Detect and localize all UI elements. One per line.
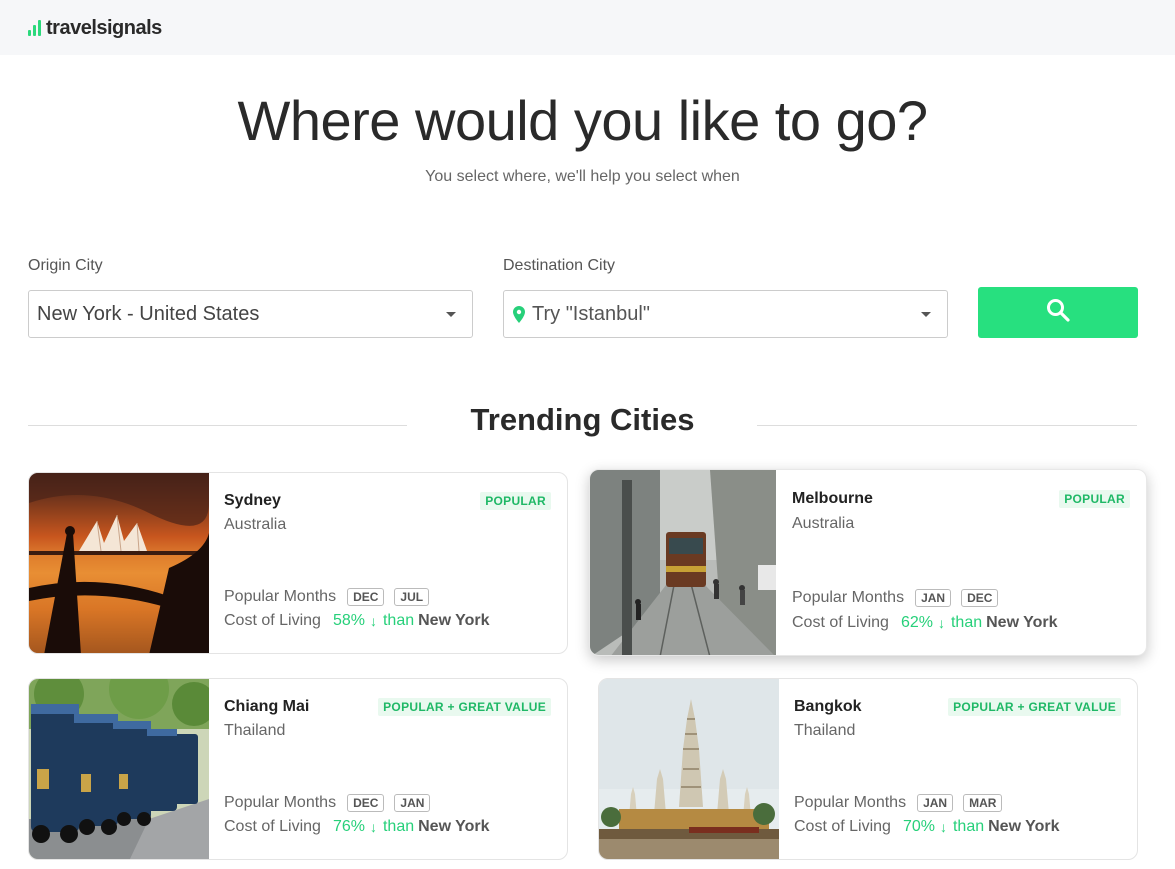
origin-city-select[interactable]: New York - United States (28, 290, 473, 338)
than-label: than (950, 614, 983, 631)
destination-city-select[interactable]: Try "Istanbul" (503, 290, 948, 338)
city-name: Chiang Mai (224, 698, 310, 715)
arrow-down-icon: ↓ (369, 613, 377, 629)
than-label: than (382, 612, 415, 629)
city-name: Bangkok (794, 698, 862, 715)
status-badge: POPULAR (1059, 490, 1130, 508)
section-divider-right (757, 425, 1137, 426)
country-name: Thailand (224, 722, 286, 739)
city-card-melbourne[interactable]: Melbourne Australia POPULAR Popular Mont… (589, 469, 1147, 656)
city-card-sydney[interactable]: Sydney Australia POPULAR Popular Months … (28, 472, 568, 654)
top-navbar: travelsignals (0, 0, 1175, 55)
home-city: New York (986, 614, 1058, 631)
month-tag: DEC (347, 588, 385, 606)
map-pin-icon (512, 304, 526, 324)
destination-city-label: Destination City (503, 257, 616, 274)
popular-months-label: Popular Months (794, 794, 907, 811)
city-photo-bangkok (599, 679, 779, 859)
cost-of-living-row: Cost of Living 76% ↓ than New York (224, 818, 490, 836)
trending-cities-title: Trending Cities (470, 402, 695, 437)
search-button[interactable] (978, 287, 1138, 338)
month-tag: MAR (963, 794, 1003, 812)
popular-months-label: Popular Months (224, 794, 337, 811)
city-card-chiang-mai[interactable]: Chiang Mai Thailand POPULAR + GREAT VALU… (28, 678, 568, 860)
home-city: New York (418, 612, 490, 629)
month-tag: DEC (347, 794, 385, 812)
popular-months-row: Popular Months JAN DEC (792, 589, 999, 607)
cost-of-living-label: Cost of Living (792, 614, 889, 631)
country-name: Australia (792, 515, 855, 532)
popular-months-label: Popular Months (792, 589, 905, 606)
popular-months-label: Popular Months (224, 588, 337, 605)
origin-city-label: Origin City (28, 257, 103, 274)
city-card-bangkok[interactable]: Bangkok Thailand POPULAR + GREAT VALUE P… (598, 678, 1138, 860)
page-subtitle: You select where, we'll help you select … (425, 168, 740, 185)
status-badge: POPULAR + GREAT VALUE (378, 698, 551, 716)
cost-of-living-row: Cost of Living 62% ↓ than New York (792, 614, 1058, 632)
cost-percentage: 62% (900, 614, 933, 631)
status-badge: POPULAR + GREAT VALUE (948, 698, 1121, 716)
logo-text: travelsignals (46, 16, 162, 39)
month-tag: JUL (394, 588, 430, 606)
month-tag: JAN (917, 794, 954, 812)
cost-of-living-label: Cost of Living (794, 818, 891, 835)
country-name: Australia (224, 516, 287, 533)
month-tag: DEC (961, 589, 999, 607)
country-name: Thailand (794, 722, 856, 739)
arrow-down-icon: ↓ (939, 819, 947, 835)
arrow-down-icon: ↓ (369, 819, 377, 835)
month-tag: JAN (394, 794, 431, 812)
month-tag: JAN (915, 589, 952, 607)
page-title: Where would you like to go? (237, 89, 929, 152)
travelsignals-logo[interactable]: travelsignals (28, 15, 162, 41)
chevron-down-icon (446, 311, 456, 317)
popular-months-row: Popular Months DEC JUL (224, 588, 430, 606)
origin-city-value: New York - United States (37, 302, 260, 325)
than-label: than (382, 818, 415, 835)
signal-bars-icon (28, 20, 41, 36)
home-city: New York (988, 818, 1060, 835)
city-photo-melbourne (590, 470, 776, 655)
popular-months-row: Popular Months DEC JAN (224, 794, 431, 812)
arrow-down-icon: ↓ (937, 615, 945, 631)
city-photo-chiang-mai (29, 679, 216, 859)
home-city: New York (418, 818, 490, 835)
cost-percentage: 58% (332, 612, 365, 629)
chevron-down-icon (921, 311, 931, 317)
cost-percentage: 70% (902, 818, 935, 835)
destination-placeholder: Try "Istanbul" (532, 302, 650, 325)
search-icon (1046, 298, 1070, 327)
cost-percentage: 76% (332, 818, 365, 835)
cost-of-living-row: Cost of Living 70% ↓ than New York (794, 818, 1060, 836)
status-badge: POPULAR (480, 492, 551, 510)
city-name: Melbourne (792, 490, 873, 507)
city-name: Sydney (224, 492, 281, 509)
cost-of-living-row: Cost of Living 58% ↓ than New York (224, 612, 490, 630)
cost-of-living-label: Cost of Living (224, 818, 321, 835)
popular-months-row: Popular Months JAN MAR (794, 794, 1003, 812)
city-photo-sydney (29, 473, 209, 653)
cost-of-living-label: Cost of Living (224, 612, 321, 629)
than-label: than (952, 818, 985, 835)
